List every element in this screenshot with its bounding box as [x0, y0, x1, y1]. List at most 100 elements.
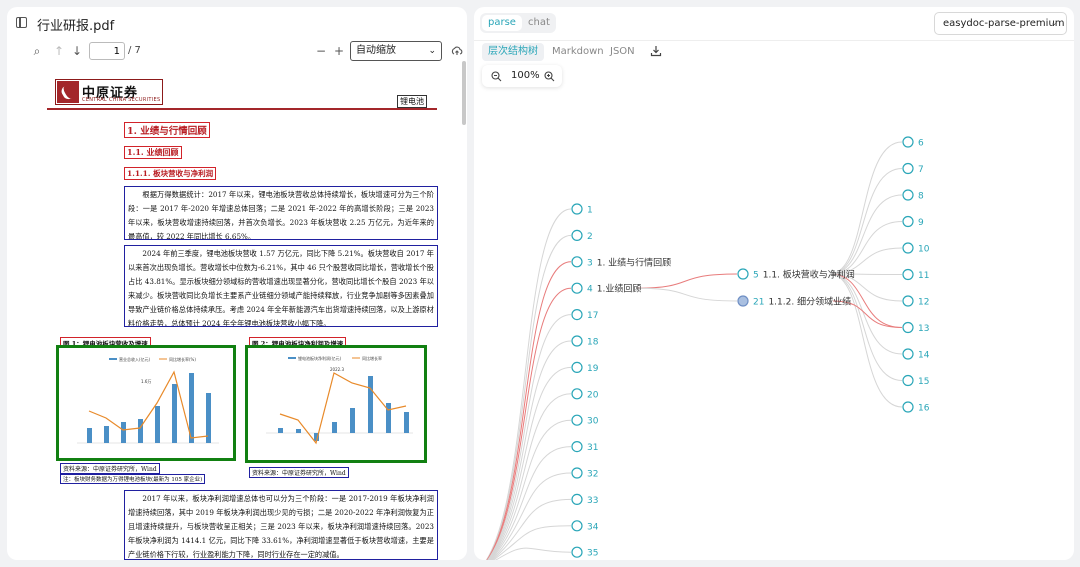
company-logo: 中原证券 CENTRAL CHINA SECURITIES: [55, 79, 163, 105]
tree-node[interactable]: [902, 401, 914, 413]
tree-edge: [829, 141, 903, 275]
figure-1-chart: 营业总收入(亿元) 同比增长率(%) 1.6万: [56, 345, 236, 461]
tree-edge: [829, 194, 903, 275]
tree-node[interactable]: [902, 295, 914, 307]
tree-edge: [487, 340, 572, 560]
tree-node[interactable]: [571, 203, 583, 215]
tree-node[interactable]: [902, 215, 914, 228]
tree-node[interactable]: [571, 388, 583, 400]
tree-node[interactable]: [902, 162, 914, 175]
figure-1-note: 注：板块财务数据为万得锂电池板块(最新为 105 家企业): [60, 474, 206, 484]
tree-node-label: 1: [587, 206, 593, 216]
tree-node-label: 5 1.1. 板块营收与净利润: [753, 269, 855, 281]
sidebar-toggle-icon[interactable]: [16, 17, 27, 28]
tree-node-label: 33: [587, 496, 598, 506]
figure-2-source: 资料来源：中原证券研究所，Wind: [249, 467, 349, 478]
heading-2: 1.1. 业绩回顾: [124, 146, 182, 159]
chevron-down-icon: ⌄: [428, 46, 436, 56]
tree-edge: [486, 314, 572, 560]
tree-node[interactable]: [571, 546, 583, 558]
tree-edge: [489, 446, 572, 560]
tree-node[interactable]: [902, 374, 914, 387]
tree-node[interactable]: [902, 321, 914, 334]
tree-node[interactable]: [571, 441, 583, 453]
tree-edge: [491, 498, 572, 560]
tree-node[interactable]: [571, 229, 583, 241]
tree-node-label: 12: [918, 298, 929, 308]
parse-result-panel: parse chat easydoc-parse-premium ⌄ 层次结构树…: [474, 7, 1074, 560]
page-total: / 7: [128, 45, 141, 56]
tree-node-label: 8: [918, 192, 924, 202]
zoom-out-icon[interactable]: −: [313, 43, 329, 59]
tree-node[interactable]: [571, 467, 583, 479]
tree-node-label: 3 1. 业绩与行情回顾: [587, 256, 671, 268]
tree-node[interactable]: [571, 309, 583, 321]
tree-node[interactable]: [571, 520, 583, 532]
zoom-in-icon[interactable]: +: [331, 43, 347, 59]
heading-1: 1. 业绩与行情回顾: [124, 122, 210, 138]
tree-node[interactable]: [571, 256, 583, 268]
tree-node-label: 30: [587, 417, 599, 427]
paragraph-1: 根据万得数据统计：2017 年以来，锂电池板块营收总体持续增长，板块增速可分为三…: [124, 186, 438, 240]
tree-edge: [492, 525, 572, 560]
logo-subtitle: CENTRAL CHINA SECURITIES: [82, 97, 161, 103]
tree-node-label: 14: [918, 351, 930, 361]
tree-node[interactable]: [902, 189, 914, 201]
cloud-upload-icon[interactable]: [451, 45, 463, 57]
tree-edge: [485, 208, 572, 560]
logo-mark-icon: [57, 81, 79, 103]
search-icon[interactable]: ⌕: [29, 43, 45, 59]
tree-node-label: 34: [587, 522, 599, 532]
zoom-select-value: 自动缩放: [356, 45, 396, 56]
tree-node[interactable]: [737, 268, 749, 280]
tree-edge: [490, 472, 572, 560]
paragraph-3: 2017 年以来，板块净利润增速总体也可以分为三个阶段：一是 2017-2019…: [124, 490, 438, 560]
tree-node-label: 16: [918, 404, 930, 414]
tree-node[interactable]: [737, 295, 749, 307]
chart1-data-label: 1.6万: [141, 379, 151, 384]
tree-node-label: 7: [918, 165, 924, 175]
zoom-select[interactable]: 自动缩放 ⌄: [350, 41, 442, 61]
tree-node-label: 6: [918, 139, 924, 149]
tree-node[interactable]: [571, 414, 583, 426]
next-page-icon[interactable]: ↓: [69, 43, 85, 59]
tree-node[interactable]: [902, 348, 914, 360]
pdf-toolbar: ⌕ ↑ ↓ / 7 − + 自动缩放 ⌄: [7, 39, 467, 65]
tree-node[interactable]: [571, 493, 583, 505]
header-divider: [47, 108, 437, 110]
paragraph-2: 2024 年前三季度，锂电池板块营收 1.57 万亿元，同比下降 5.21%。板…: [124, 245, 438, 327]
chart2-legend-1: 锂电池板块净利润(亿元): [298, 355, 342, 361]
page-number-input[interactable]: [89, 42, 125, 60]
tree-node[interactable]: [902, 268, 914, 281]
tree-node-label: 32: [587, 470, 598, 480]
tree-node-label: 35: [587, 549, 598, 559]
tree-node-label: 18: [587, 338, 599, 348]
tree-node[interactable]: [902, 242, 914, 254]
file-title: 行业研报.pdf: [37, 19, 115, 34]
tree-edge: [636, 273, 738, 289]
tree-node[interactable]: [571, 282, 583, 294]
tree-node-label: 20: [587, 390, 599, 400]
tree-node-label: 15: [918, 377, 929, 387]
industry-tag: 锂电池: [397, 95, 427, 108]
tree-node[interactable]: [571, 361, 583, 373]
tree-node-label: 13: [918, 324, 929, 334]
tree-node-label: 19: [587, 364, 599, 374]
pdf-viewer-panel: 行业研报.pdf ⌕ ↑ ↓ / 7 − + 自动缩放 ⌄ 中原证券 CENTR…: [7, 7, 467, 560]
tree-node-label: 10: [918, 245, 930, 255]
tree-node-label: 2: [587, 232, 593, 242]
chart2-data-label: 2022.3: [330, 367, 344, 372]
tree-node-label: 4 1.业绩回顾: [587, 283, 641, 295]
tree-edge: [829, 168, 903, 275]
tree-node[interactable]: [902, 136, 914, 148]
tree-node-label: 31: [587, 443, 598, 453]
previous-page-icon[interactable]: ↑: [51, 43, 67, 59]
tree-node[interactable]: [571, 335, 583, 347]
tree-node-label: 11: [918, 271, 929, 281]
figure-2-chart: 锂电池板块净利润(亿元) 同比增长率 2022.3: [245, 345, 427, 463]
scrollbar-thumb[interactable]: [462, 61, 466, 125]
hierarchy-tree[interactable]: 123 1. 业绩与行情回顾4 1.业绩回顾17181920303132333435…: [474, 7, 1074, 560]
tree-node-label: 17: [587, 311, 598, 321]
tree-node-label: 9: [918, 218, 924, 228]
heading-3: 1.1.1. 板块营收与净利润: [124, 167, 217, 180]
